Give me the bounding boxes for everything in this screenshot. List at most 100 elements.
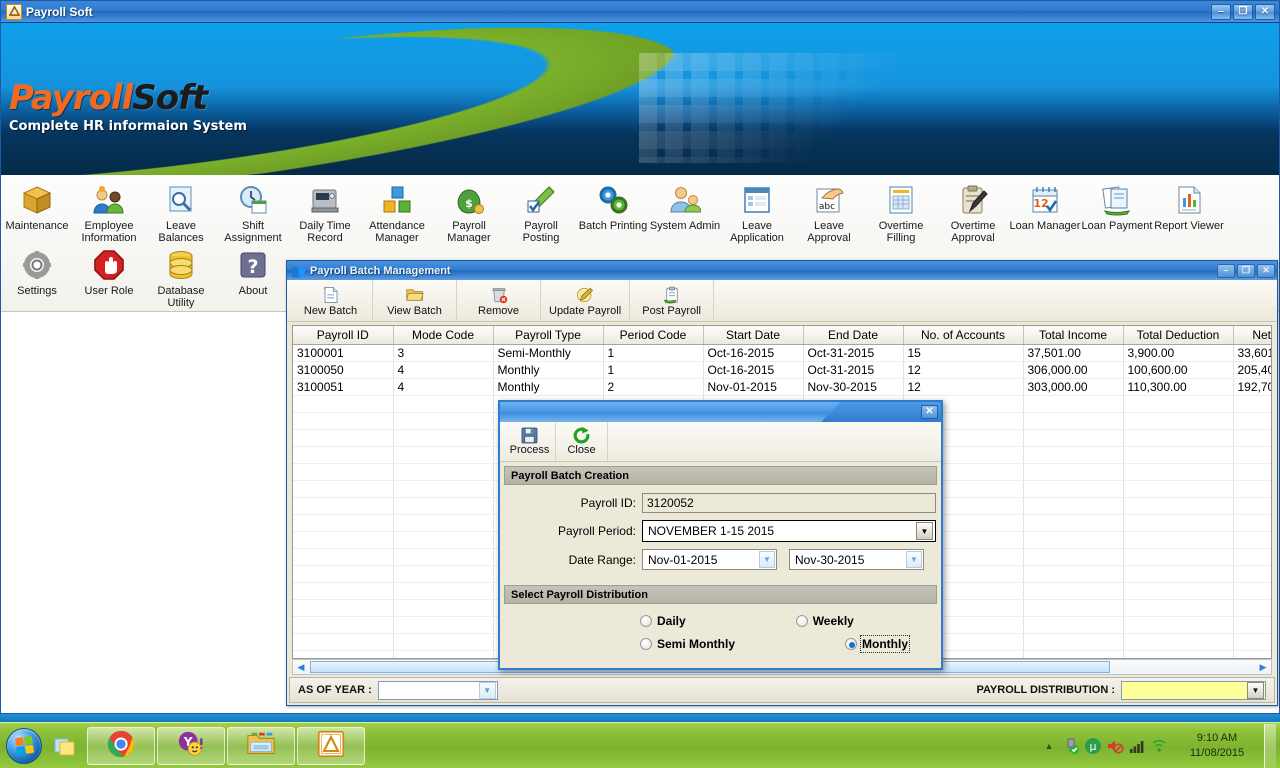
child-minimize-button[interactable]: – bbox=[1217, 263, 1235, 278]
grid-column-header[interactable]: Start Date bbox=[703, 326, 804, 345]
dialog-title-bar[interactable]: ✕ bbox=[500, 402, 941, 422]
batch-toolbar-view-batch-button[interactable]: View Batch bbox=[373, 280, 457, 321]
toolbar-button-employee-information[interactable]: Employee Information bbox=[73, 179, 145, 244]
scroll-left-arrow-icon[interactable]: ◀ bbox=[293, 660, 309, 674]
batch-toolbar-new-batch-button[interactable]: New Batch bbox=[289, 280, 373, 321]
radio-semi-monthly[interactable]: Semi Monthly bbox=[640, 637, 735, 651]
batch-toolbar-remove-button[interactable]: Remove bbox=[457, 280, 541, 321]
usb-safely-remove-icon[interactable] bbox=[1060, 731, 1082, 761]
as-of-year-combo[interactable]: ▼ bbox=[377, 680, 498, 700]
grid-column-header[interactable]: Mode Code bbox=[393, 326, 494, 345]
radio-circle-icon[interactable] bbox=[845, 638, 858, 650]
radio-circle-icon[interactable] bbox=[795, 615, 808, 627]
child-window-title-bar[interactable]: 👥 Payroll Batch Management – ❐ ✕ bbox=[287, 261, 1277, 280]
payroll-period-value: NOVEMBER 1-15 2015 bbox=[648, 524, 775, 538]
dialog-close-icon[interactable]: ✕ bbox=[921, 405, 938, 419]
payroll-period-select[interactable]: NOVEMBER 1-15 2015 ▼ bbox=[642, 520, 936, 542]
grid-empty-cell bbox=[393, 531, 494, 549]
toolbar-button-leave-balances[interactable]: Leave Balances bbox=[145, 179, 217, 244]
grid-column-header[interactable]: Total Deduction bbox=[1123, 326, 1234, 345]
toolbar-button-attendance-manager[interactable]: Attendance Manager bbox=[361, 179, 433, 244]
toolbar-button-loan-payment[interactable]: Loan Payment bbox=[1081, 179, 1153, 244]
grid-column-header[interactable]: Net Income bbox=[1233, 326, 1271, 345]
toolbar-button-settings[interactable]: Settings bbox=[1, 244, 73, 309]
grid-column-header[interactable]: Total Income bbox=[1023, 326, 1124, 345]
grid-column-header[interactable]: No. of Accounts bbox=[903, 326, 1024, 345]
batch-toolbar-update-payroll-button[interactable]: Update Payroll bbox=[541, 280, 631, 321]
toolbar-button-maintenance[interactable]: Maintenance bbox=[1, 179, 73, 244]
close-button[interactable]: ✕ bbox=[1255, 3, 1275, 20]
batch-toolbar-post-payroll-button[interactable]: Post Payroll bbox=[630, 280, 715, 321]
toolbar-button-database-utility[interactable]: Database Utility bbox=[145, 244, 217, 309]
payroll-period-chevron-down-icon[interactable]: ▼ bbox=[916, 522, 933, 540]
payroll-distribution-chevron-down-icon[interactable]: ▼ bbox=[1247, 681, 1264, 699]
radio-weekly[interactable]: Weekly bbox=[795, 614, 854, 628]
grid-empty-cell bbox=[293, 480, 394, 498]
table-row[interactable]: 3100050 4 Monthly 1 Oct-16-2015 Oct-31-2015 12… bbox=[293, 361, 1271, 379]
toolbar-button-shift-assignment[interactable]: Shift Assignment bbox=[217, 179, 289, 244]
radio-circle-icon[interactable] bbox=[640, 638, 652, 650]
grid-empty-cell bbox=[293, 616, 394, 634]
toolbar-button-payroll-posting[interactable]: Payroll Posting bbox=[505, 179, 577, 244]
grid-column-header[interactable]: End Date bbox=[803, 326, 904, 345]
toolbar-button-about[interactable]: ? About bbox=[217, 244, 289, 309]
taskbar-file-explorer-task[interactable] bbox=[227, 726, 295, 765]
dialog-close-button[interactable]: Close bbox=[556, 422, 608, 461]
toolbar-button-payroll-manager[interactable]: $ Payroll Manager bbox=[433, 179, 505, 244]
toolbar-button-batch-printing[interactable]: Batch Printing bbox=[577, 179, 649, 244]
grid-column-header[interactable]: Period Code bbox=[603, 326, 704, 345]
table-row[interactable]: 3100051 4 Monthly 2 Nov-01-2015 Nov-30-2015 12… bbox=[293, 378, 1271, 396]
show-desktop-button[interactable] bbox=[1264, 723, 1276, 768]
date-to-chevron-down-icon[interactable]: ▼ bbox=[906, 551, 922, 568]
clipboard-pen-icon bbox=[956, 183, 990, 217]
start-button[interactable] bbox=[2, 726, 46, 766]
grid-column-header[interactable]: Payroll Type bbox=[493, 326, 604, 345]
grid-empty-cell bbox=[393, 565, 494, 583]
taskbar-yahoo-messenger-task[interactable]: Y bbox=[157, 726, 225, 765]
main-title-bar[interactable]: Payroll Soft – ❐ ✕ bbox=[1, 1, 1279, 23]
utorrent-icon[interactable]: µ bbox=[1082, 731, 1104, 761]
radio-circle-icon[interactable] bbox=[640, 615, 652, 627]
radio-daily[interactable]: Daily bbox=[640, 614, 686, 628]
toolbar-button-overtime-filling[interactable]: Overtime Filling bbox=[865, 179, 937, 244]
system-tray: ▲ µ 9:10 AM 11/08/2015 bbox=[1038, 723, 1280, 768]
grid-cell: 4 bbox=[393, 378, 494, 396]
taskbar-pinned-sticky-notes-icon[interactable] bbox=[46, 726, 86, 766]
taskbar-clock[interactable]: 9:10 AM 11/08/2015 bbox=[1174, 731, 1260, 761]
grid-empty-cell bbox=[1233, 463, 1271, 481]
date-from-chevron-down-icon[interactable]: ▼ bbox=[759, 551, 775, 568]
toolbar-button-report-viewer[interactable]: Report Viewer bbox=[1153, 179, 1225, 244]
taskbar-payroll-soft-task[interactable] bbox=[297, 726, 365, 765]
network-signal-icon[interactable] bbox=[1126, 731, 1148, 761]
payroll-period-label: Payroll Period: bbox=[557, 524, 636, 538]
payroll-distribution-combo[interactable]: ▼ bbox=[1121, 680, 1266, 700]
minimize-button[interactable]: – bbox=[1211, 3, 1231, 20]
toolbar-button-daily-time-record[interactable]: Daily Time Record bbox=[289, 179, 361, 244]
child-maximize-button[interactable]: ❐ bbox=[1237, 263, 1255, 278]
toolbar-button-overtime-approval[interactable]: Overtime Approval bbox=[937, 179, 1009, 244]
table-row[interactable]: 3100001 3 Semi-Monthly 1 Oct-16-2015 Oct-31-2… bbox=[293, 344, 1271, 362]
as-of-year-chevron-down-icon[interactable]: ▼ bbox=[478, 681, 496, 699]
dialog-process-button[interactable]: Process bbox=[504, 422, 556, 461]
child-close-button[interactable]: ✕ bbox=[1257, 263, 1275, 278]
scroll-right-arrow-icon[interactable]: ▶ bbox=[1255, 660, 1271, 674]
toolbar-button-label: Payroll Posting bbox=[522, 220, 560, 244]
toolbar-button-system-admin[interactable]: System Admin bbox=[649, 179, 721, 244]
toolbar-button-loan-manager[interactable]: 12 Loan Manager bbox=[1009, 179, 1081, 244]
toolbar-button-leave-approval[interactable]: abc Leave Approval bbox=[793, 179, 865, 244]
date-to-picker[interactable]: Nov-30-2015 ▼ bbox=[789, 549, 924, 570]
grid-cell: 3 bbox=[393, 344, 494, 362]
radio-monthly[interactable]: Monthly bbox=[845, 635, 911, 653]
grid-column-header[interactable]: Payroll ID bbox=[293, 326, 394, 345]
wireless-icon[interactable] bbox=[1148, 731, 1170, 761]
toolbar-button-leave-application[interactable]: Leave Application bbox=[721, 179, 793, 244]
taskbar-chrome-task[interactable] bbox=[87, 726, 155, 765]
show-hidden-icons-arrow-icon[interactable]: ▲ bbox=[1038, 731, 1060, 761]
grid-empty-cell bbox=[1023, 565, 1124, 583]
date-from-picker[interactable]: Nov-01-2015 ▼ bbox=[642, 549, 777, 570]
maximize-button[interactable]: ❐ bbox=[1233, 3, 1253, 20]
payroll-id-input[interactable]: 3120052 bbox=[642, 493, 936, 513]
toolbar-button-user-role[interactable]: User Role bbox=[73, 244, 145, 309]
volume-muted-icon[interactable] bbox=[1104, 731, 1126, 761]
logo-text-soft: Soft bbox=[132, 78, 208, 118]
